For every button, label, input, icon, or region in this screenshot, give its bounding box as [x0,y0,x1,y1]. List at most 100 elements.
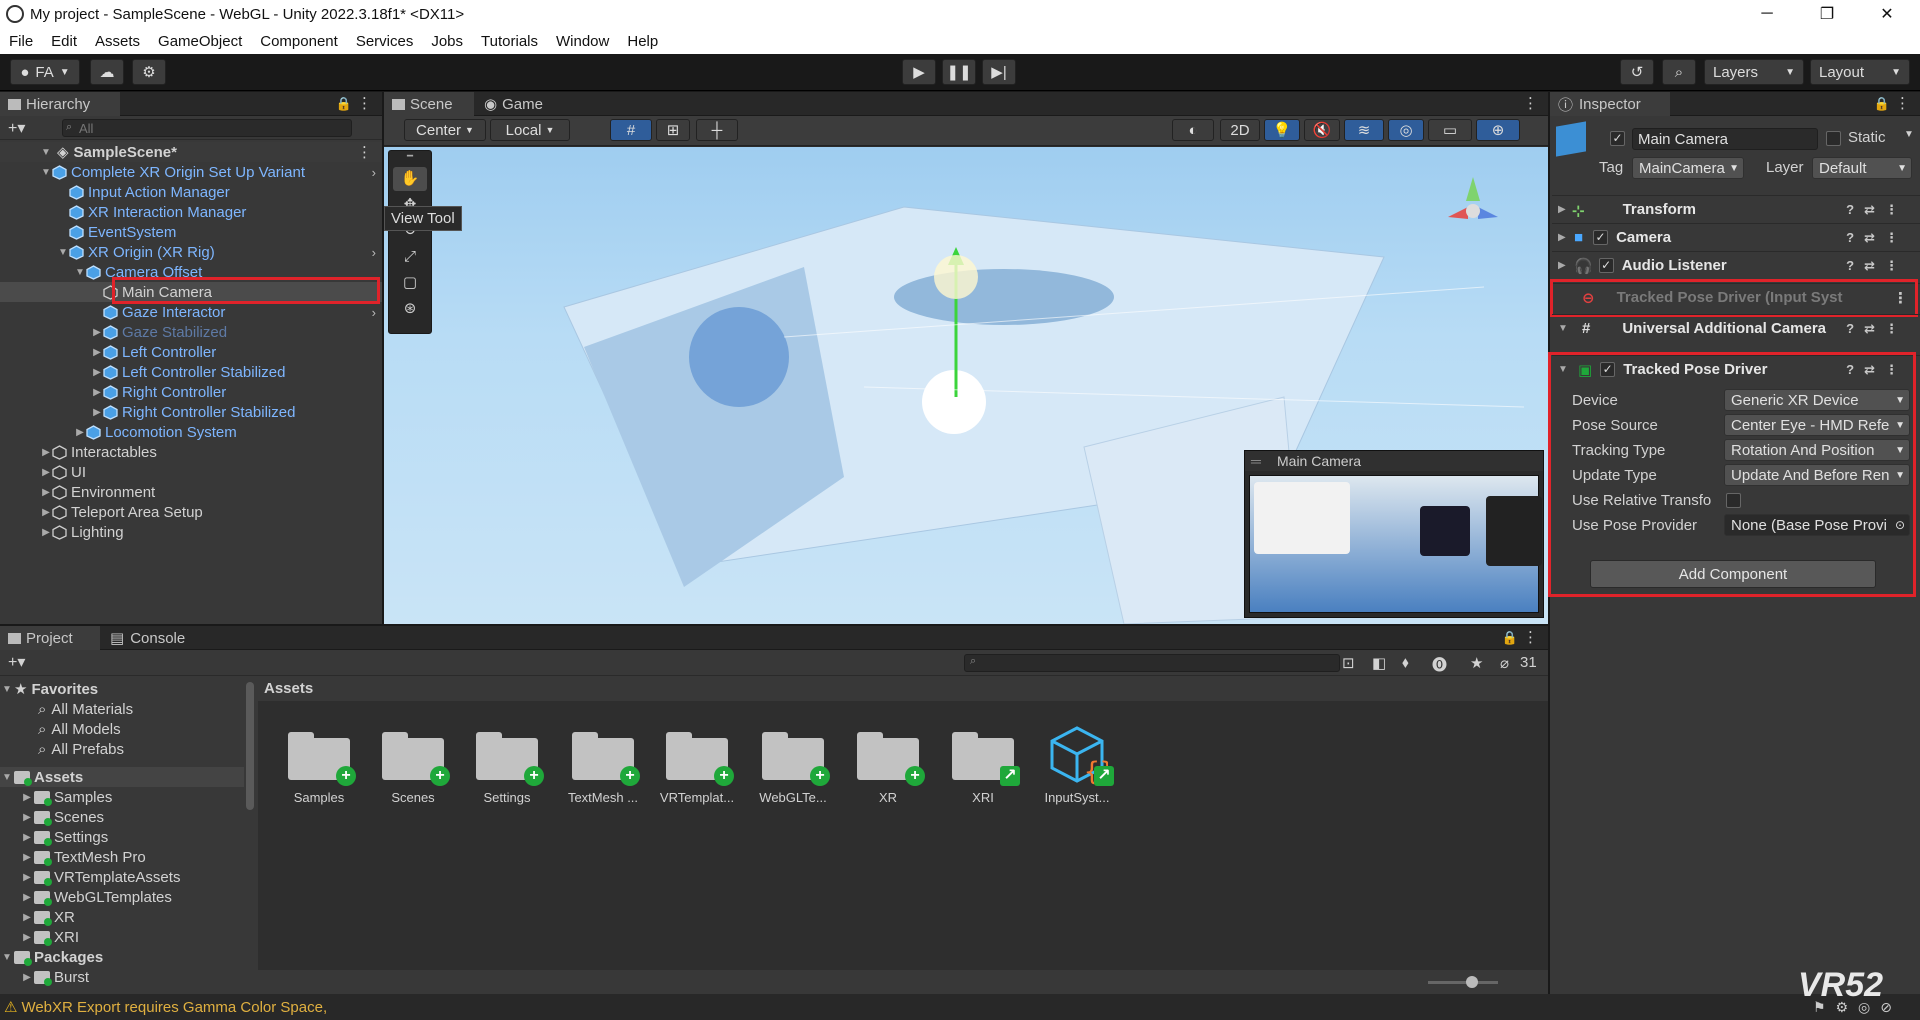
expand-toggle-icon[interactable]: ▶ [40,467,52,478]
account-dropdown[interactable]: ● FA ▼ [10,59,80,85]
tree-folder[interactable]: ▶ TextMesh Pro [0,847,244,867]
effects-dropdown[interactable]: ≋ [1344,119,1384,141]
asset-folder[interactable]: + VRTemplat... [652,728,742,805]
draw-mode-dropdown[interactable]: ◐ [1172,119,1214,141]
hierarchy-item[interactable]: ▶ Left Controller [0,342,382,362]
tab-inspector[interactable]: ⓘ Inspector [1550,92,1670,116]
layers-dropdown[interactable]: Layers ▼ [1704,59,1804,85]
expand-toggle-icon[interactable]: ▶ [91,327,103,338]
hierarchy-item[interactable]: ▶ Right Controller Stabilized [0,402,382,422]
tree-folder[interactable]: ▶ Settings [0,827,244,847]
asset-input-actions[interactable]: {}↗ InputSyst... [1032,726,1122,805]
menu-jobs[interactable]: Jobs [422,33,472,50]
audio-enabled-checkbox[interactable]: ✓ [1598,258,1614,273]
component-universal-additional-camera[interactable]: ▼ # Universal Additional Camera ?⇄⋮ [1552,314,1920,342]
static-checkbox[interactable] [1826,131,1841,146]
hierarchy-item[interactable]: ▼ XR Origin (XR Rig) › [0,242,382,262]
static-dropdown-arrow[interactable]: ▼ [1904,129,1914,140]
expand-toggle-icon[interactable]: ▶ [74,427,86,438]
component-audio-listener[interactable]: ▶ 🎧 ✓ Audio Listener ?⇄⋮ [1552,251,1920,279]
tab-scene[interactable]: Scene [384,92,474,116]
favorites-header[interactable]: ▼ ★ Favorites [0,679,244,699]
hierarchy-item[interactable]: Gaze Interactor › [0,302,382,322]
asset-folder[interactable]: + TextMesh ... [558,728,648,805]
menu-component[interactable]: Component [251,33,347,50]
expand-toggle-icon[interactable]: ▶ [91,347,103,358]
component-controls[interactable]: ?⇄⋮ [1846,258,1908,274]
more-menu-icon[interactable]: ⋮ [357,94,372,112]
prefab-open-arrow-icon[interactable]: › [372,305,376,320]
tab-console[interactable]: ▤ Console [102,626,202,650]
lock-icon[interactable]: 🔒 [1874,96,1890,112]
status-bar[interactable]: ⚠ WebXR Export requires Gamma Color Spac… [0,994,1920,1020]
asset-breadcrumb[interactable]: Assets [258,677,1548,701]
hierarchy-item[interactable]: EventSystem [0,222,382,242]
search-button[interactable]: ⌕ [1662,59,1696,85]
pause-button[interactable]: ❚❚ [942,59,976,85]
fav-item[interactable]: ⌕ All Materials [0,699,244,719]
search-by-type-icon[interactable]: ⊡ [1342,654,1355,672]
tree-folder[interactable]: ▶ WebGLTemplates [0,887,244,907]
packages-root[interactable]: ▼ Packages [0,947,244,967]
expand-toggle-icon[interactable]: ▶ [91,387,103,398]
prefab-open-arrow-icon[interactable]: › [372,245,376,260]
add-icon[interactable]: +▾ [8,118,25,138]
menu-tutorials[interactable]: Tutorials [472,33,547,50]
history-button[interactable]: ↺ [1620,59,1654,85]
menu-services[interactable]: Services [347,33,423,50]
hierarchy-item[interactable]: ▶ Gaze Stabilized [0,322,382,342]
lock-icon[interactable]: 🔒 [1502,630,1518,646]
tab-project[interactable]: Project [0,626,100,650]
project-search-input[interactable] [964,654,1340,672]
expand-toggle-icon[interactable]: ▶ [91,407,103,418]
expand-toggle-icon[interactable]: ▶ [40,447,52,458]
lighting-toggle[interactable]: 💡 [1264,119,1300,141]
drag-handle-icon[interactable]: ═ [1251,451,1261,471]
hierarchy-search-input[interactable] [62,119,352,137]
tree-folder[interactable]: ▶ Burst [0,967,244,987]
close-button[interactable]: ✕ [1864,0,1910,28]
asset-folder[interactable]: + Settings [462,728,552,805]
more-menu-icon[interactable]: ⋮ [1523,628,1538,646]
hierarchy-item[interactable]: ▶ UI [0,462,382,482]
scene-viewport[interactable]: ━ ✋ ✥ ↻ ⤢ ▢ ⊛ View Tool ═ Main Camera [384,147,1548,624]
expand-toggle-icon[interactable]: ▼ [74,267,86,278]
asset-folder[interactable]: + Scenes [368,728,458,805]
hierarchy-item[interactable]: ▼ Complete XR Origin Set Up Variant › [0,162,382,182]
overlay-handle[interactable]: ━ [389,151,431,165]
collab-button[interactable]: ⚙ [132,59,166,85]
menu-edit[interactable]: Edit [42,33,86,50]
toggle-2d-button[interactable]: 2D [1220,119,1260,141]
fav-item[interactable]: ⌕ All Prefabs [0,739,244,759]
hierarchy-item[interactable]: ▶ Right Controller [0,382,382,402]
hidden-packages-icon[interactable]: ⌀ [1500,654,1509,672]
hierarchy-item[interactable]: ▶ Locomotion System [0,422,382,442]
asset-folder[interactable]: + WebGLTe... [748,728,838,805]
zoom-slider-track[interactable] [1428,981,1498,984]
ruler-button[interactable]: ┼ [696,119,738,141]
label-icon[interactable]: ⬧ [1402,654,1409,671]
expand-toggle-icon[interactable]: ▼ [57,247,69,258]
hierarchy-item[interactable]: ▶ Lighting [0,522,382,542]
grid-snap-button[interactable]: # [610,119,652,141]
assets-root[interactable]: ▼ Assets [0,767,244,787]
snap-increment-button[interactable]: ⊞ [656,119,690,141]
favorite-star-icon[interactable]: ★ [1470,654,1483,672]
object-name-field[interactable] [1632,128,1818,150]
lock-icon[interactable]: 🔒 [336,96,352,112]
hierarchy-item[interactable]: XR Interaction Manager [0,202,382,222]
prefab-open-arrow-icon[interactable]: › [372,165,376,180]
menu-help[interactable]: Help [618,33,667,50]
expand-toggle-icon[interactable]: ▶ [91,367,103,378]
hierarchy-item[interactable]: ▶ Teleport Area Setup [0,502,382,522]
filter-type-icon[interactable]: ◧ [1372,654,1386,672]
expand-toggle-icon[interactable]: ▶ [40,487,52,498]
hierarchy-item[interactable]: ▶ Interactables [0,442,382,462]
tab-hierarchy[interactable]: Hierarchy [0,92,120,116]
active-checkbox[interactable]: ✓ [1610,131,1625,146]
warning-filter-icon[interactable]: ⓿ [1432,654,1447,675]
maximize-button[interactable]: ❐ [1804,0,1850,28]
space-dropdown[interactable]: Local ▼ [490,119,570,141]
scene-row[interactable]: ▼ ◈ SampleScene* ⋮ [0,142,382,162]
camera-enabled-checkbox[interactable]: ✓ [1593,230,1609,245]
